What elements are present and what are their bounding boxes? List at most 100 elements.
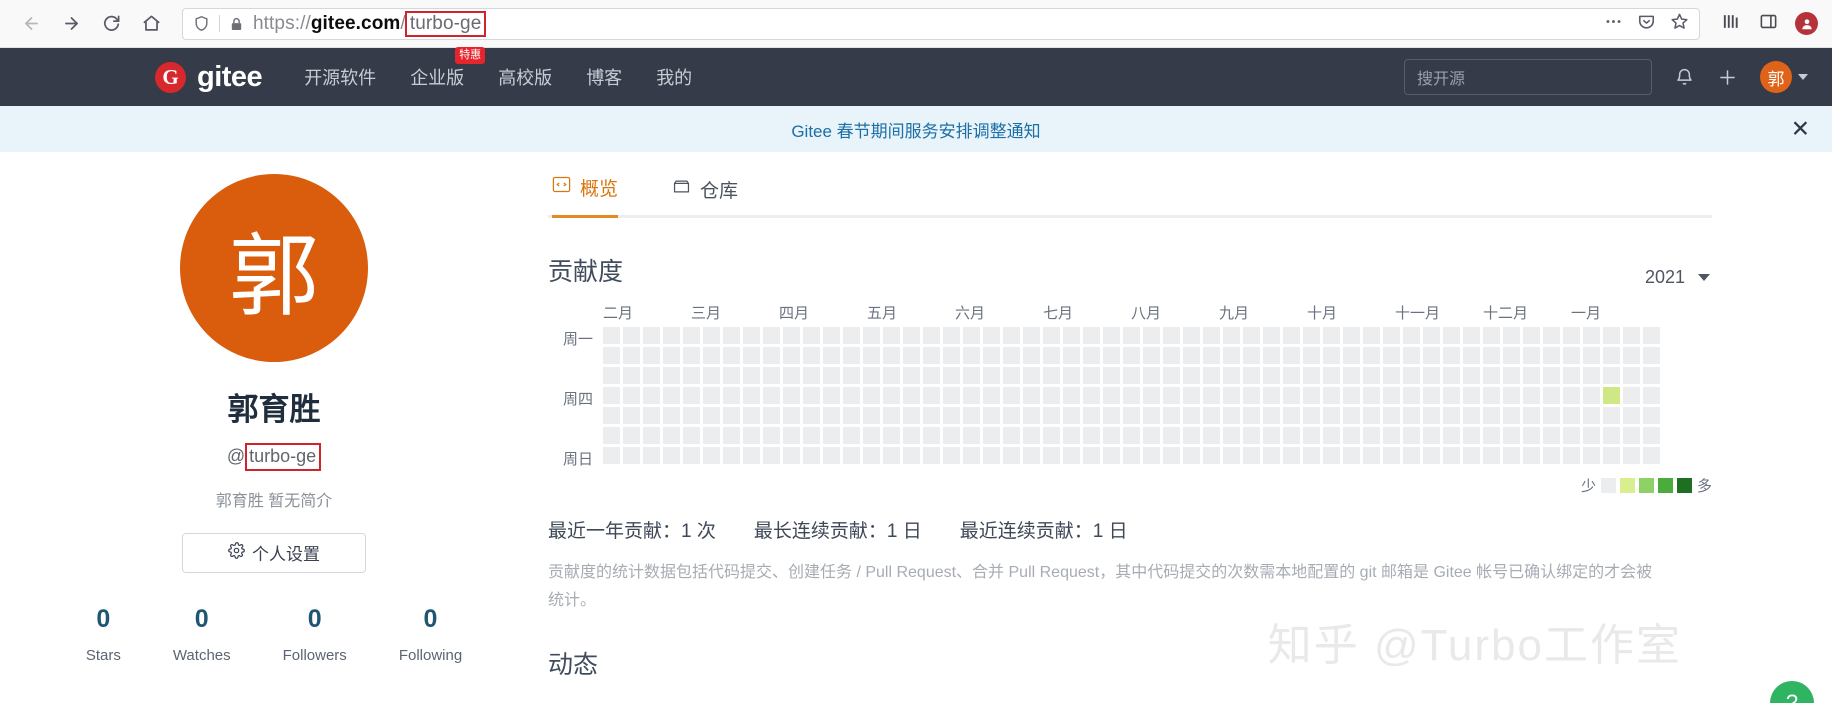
heatmap-cell[interactable] — [843, 367, 860, 384]
heatmap-cell[interactable] — [1203, 387, 1220, 404]
heatmap-cell[interactable] — [743, 387, 760, 404]
nav-link-enterprise[interactable]: 企业版 特惠 — [410, 47, 486, 94]
heatmap-cell[interactable] — [823, 347, 840, 364]
heatmap-cell[interactable] — [1043, 447, 1060, 464]
heatmap-cell[interactable] — [803, 427, 820, 444]
heatmap-cell[interactable] — [1063, 347, 1080, 364]
heatmap-cell[interactable] — [1363, 387, 1380, 404]
heatmap-cell[interactable] — [1403, 407, 1420, 424]
personal-settings-button[interactable]: 个人设置 — [182, 532, 366, 573]
heatmap-cell[interactable] — [983, 387, 1000, 404]
heatmap-cell[interactable] — [1403, 367, 1420, 384]
heatmap-cell[interactable] — [1463, 387, 1480, 404]
heatmap-cell[interactable] — [1183, 447, 1200, 464]
heatmap-cell[interactable] — [1323, 407, 1340, 424]
search-input[interactable]: 搜开源 — [1404, 59, 1652, 95]
heatmap-cell[interactable] — [1503, 427, 1520, 444]
heatmap-cell[interactable] — [1403, 327, 1420, 344]
gitee-logo-link[interactable]: G gitee — [155, 61, 263, 94]
heatmap-cell[interactable] — [703, 347, 720, 364]
heatmap-cell[interactable] — [1163, 347, 1180, 364]
heatmap-cell[interactable] — [1023, 327, 1040, 344]
heatmap-cell[interactable] — [763, 427, 780, 444]
heatmap-cell[interactable] — [823, 367, 840, 384]
heatmap-cell[interactable] — [1203, 327, 1220, 344]
heatmap-cell[interactable] — [783, 407, 800, 424]
heatmap-cell[interactable] — [1043, 387, 1060, 404]
heatmap-cell[interactable] — [963, 347, 980, 364]
heatmap-cell[interactable] — [1523, 387, 1540, 404]
heatmap-cell[interactable] — [1223, 347, 1240, 364]
heatmap-cell[interactable] — [983, 327, 1000, 344]
heatmap-cell[interactable] — [663, 387, 680, 404]
heatmap-cell[interactable] — [803, 327, 820, 344]
heatmap-cell[interactable] — [623, 427, 640, 444]
heatmap-cell[interactable] — [1183, 367, 1200, 384]
heatmap-cell[interactable] — [1263, 347, 1280, 364]
heatmap-cell[interactable] — [843, 407, 860, 424]
nav-link-education[interactable]: 高校版 — [498, 60, 552, 94]
heatmap-cell[interactable] — [1243, 367, 1260, 384]
heatmap-cell[interactable] — [743, 427, 760, 444]
heatmap-cell[interactable] — [1023, 407, 1040, 424]
heatmap-cell[interactable] — [643, 387, 660, 404]
heatmap-cell[interactable] — [1523, 327, 1540, 344]
heatmap-cell[interactable] — [1603, 407, 1620, 424]
reload-button[interactable] — [94, 7, 128, 41]
heatmap-cell[interactable] — [1063, 367, 1080, 384]
heatmap-cell[interactable] — [803, 407, 820, 424]
heatmap-cell[interactable] — [1063, 407, 1080, 424]
heatmap-cell[interactable] — [923, 367, 940, 384]
heatmap-cell[interactable] — [903, 327, 920, 344]
heatmap-cell[interactable] — [1003, 427, 1020, 444]
heatmap-cell[interactable] — [1223, 387, 1240, 404]
heatmap-cell[interactable] — [1503, 327, 1520, 344]
heatmap-cell[interactable] — [1603, 447, 1620, 464]
heatmap-cell[interactable] — [1623, 347, 1640, 364]
heatmap-cell[interactable] — [1003, 327, 1020, 344]
heatmap-cell[interactable] — [883, 347, 900, 364]
heatmap-cell[interactable] — [1343, 407, 1360, 424]
heatmap-cell[interactable] — [843, 347, 860, 364]
heatmap-cell[interactable] — [743, 347, 760, 364]
heatmap-cell[interactable] — [1043, 407, 1060, 424]
heatmap-cell[interactable] — [1143, 447, 1160, 464]
heatmap-cell[interactable] — [643, 407, 660, 424]
heatmap-cell[interactable] — [943, 447, 960, 464]
heatmap-cell[interactable] — [983, 367, 1000, 384]
heatmap-cell[interactable] — [863, 387, 880, 404]
heatmap-cell[interactable] — [703, 427, 720, 444]
heatmap-cell[interactable] — [1643, 447, 1660, 464]
heatmap-cell[interactable] — [1323, 327, 1340, 344]
heatmap-cell[interactable] — [1243, 387, 1260, 404]
user-menu[interactable]: 郭 — [1760, 61, 1808, 93]
heatmap-cell[interactable] — [1603, 427, 1620, 444]
heatmap-cell[interactable] — [683, 447, 700, 464]
heatmap-cell[interactable] — [1563, 407, 1580, 424]
heatmap-cell[interactable] — [1523, 407, 1540, 424]
heatmap-cell[interactable] — [1143, 327, 1160, 344]
heatmap-cell[interactable] — [1543, 347, 1560, 364]
account-icon[interactable] — [1795, 12, 1818, 35]
heatmap-cell[interactable] — [763, 447, 780, 464]
heatmap-cell[interactable] — [1483, 347, 1500, 364]
heatmap-cell[interactable] — [723, 447, 740, 464]
heatmap-cell[interactable] — [723, 367, 740, 384]
heatmap-cell[interactable] — [663, 367, 680, 384]
heatmap-cell[interactable] — [823, 447, 840, 464]
heatmap-cell[interactable] — [1463, 327, 1480, 344]
heatmap-cell[interactable] — [903, 347, 920, 364]
heatmap-cell[interactable] — [1303, 327, 1320, 344]
heatmap-cell[interactable] — [1123, 347, 1140, 364]
heatmap-cell[interactable] — [763, 347, 780, 364]
heatmap-cell[interactable] — [723, 347, 740, 364]
heatmap-cell[interactable] — [1423, 427, 1440, 444]
heatmap-cell[interactable] — [1543, 447, 1560, 464]
heatmap-cell[interactable] — [1283, 367, 1300, 384]
heatmap-cell[interactable] — [963, 427, 980, 444]
heatmap-cell[interactable] — [1183, 387, 1200, 404]
heatmap-cell[interactable] — [923, 427, 940, 444]
heatmap-cell[interactable] — [1383, 407, 1400, 424]
heatmap-cell[interactable] — [723, 407, 740, 424]
heatmap-cell[interactable] — [1283, 347, 1300, 364]
